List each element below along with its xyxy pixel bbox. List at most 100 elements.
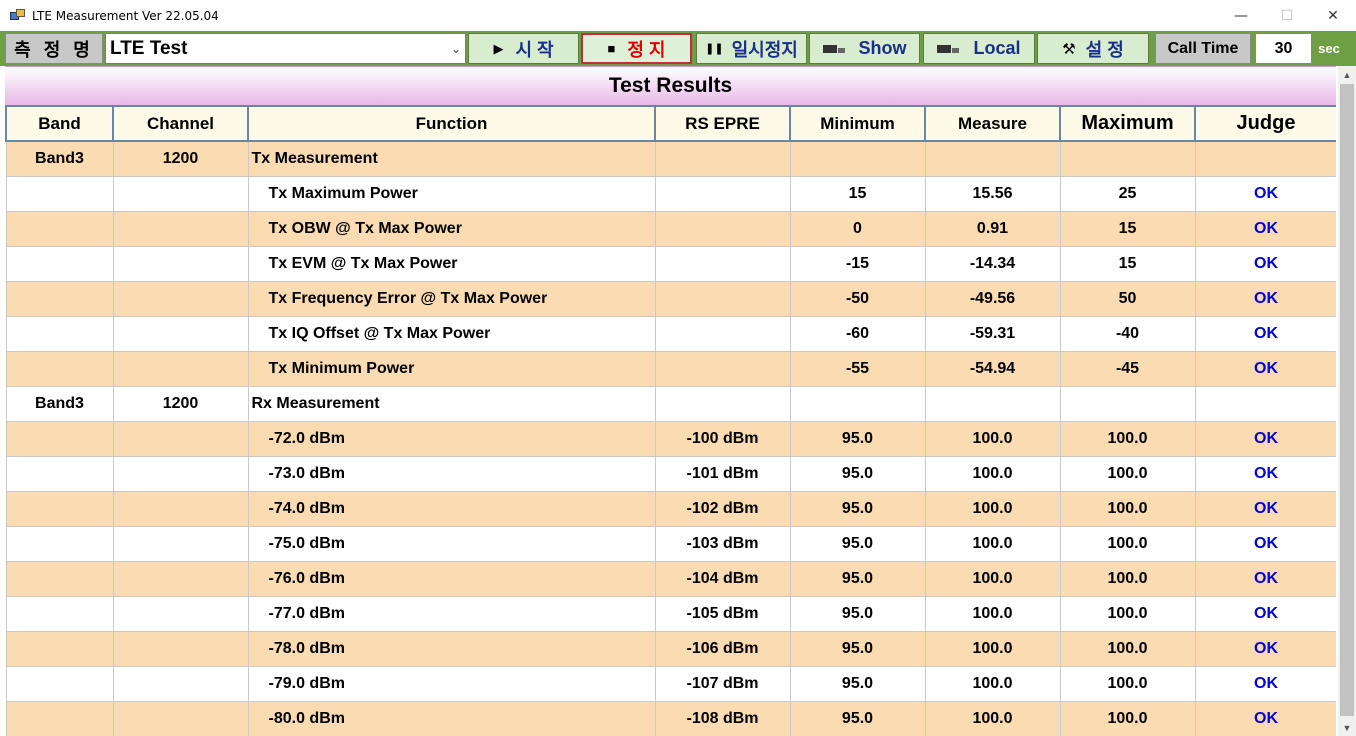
cell-function: Tx Maximum Power [247,175,656,212]
cell-rs-epre [654,245,791,282]
cell-maximum [1059,140,1196,177]
table-row[interactable]: Band3 1200 Rx Measurement [5,385,1336,422]
table-row[interactable]: Band3 1200 Tx Measurement [5,140,1336,177]
cell-measure: 100.0 [924,525,1061,562]
cell-minimum: 95.0 [789,420,926,457]
table-row[interactable]: -78.0 dBm -106 dBm 95.0 100.0 100.0 OK [5,630,1336,667]
table-row[interactable]: Tx IQ Offset @ Tx Max Power -60 -59.31 -40 O… [5,315,1336,352]
table-row[interactable]: -80.0 dBm -108 dBm 95.0 100.0 100.0 OK [5,700,1336,736]
cell-band [5,700,114,736]
column-header-channel[interactable]: Channel [112,105,249,142]
close-button[interactable]: ✕ [1310,0,1356,31]
vertical-scrollbar[interactable]: ▲ ▼ [1338,66,1356,736]
cell-rs-epre [654,210,791,247]
column-header-rs-epre[interactable]: RS EPRE [654,105,791,142]
column-header-function[interactable]: Function [247,105,656,142]
pause-button-label: 일시정지 [731,39,798,60]
cell-judge: OK [1194,210,1336,247]
column-header-maximum[interactable]: Maximum [1059,105,1196,142]
scrollbar-thumb[interactable] [1340,84,1354,716]
test-select[interactable]: LTE Test ⌄ [105,33,466,64]
table-row[interactable]: -79.0 dBm -107 dBm 95.0 100.0 100.0 OK [5,665,1336,702]
cell-function: -79.0 dBm [247,665,656,702]
cell-maximum: 100.0 [1059,490,1196,527]
cell-maximum: 100.0 [1059,665,1196,702]
table-row[interactable]: -73.0 dBm -101 dBm 95.0 100.0 100.0 OK [5,455,1336,492]
app-icon [10,8,26,23]
chevron-down-icon[interactable]: ⌄ [451,42,461,56]
minimize-button[interactable]: — [1218,0,1264,31]
pause-button[interactable]: ❚❚ 일시정지 [696,33,807,64]
settings-button[interactable]: ⚒ 설 정 [1037,33,1149,64]
table-row[interactable]: -72.0 dBm -100 dBm 95.0 100.0 100.0 OK [5,420,1336,457]
stop-button-label: 정 지 [627,39,666,60]
table-row[interactable]: -75.0 dBm -103 dBm 95.0 100.0 100.0 OK [5,525,1336,562]
column-header-minimum[interactable]: Minimum [789,105,926,142]
cell-rs-epre: -105 dBm [654,595,791,632]
cell-band [5,595,114,632]
results-table: Band Channel Function RS EPRE Minimum Me… [5,105,1336,736]
table-row[interactable]: Tx EVM @ Tx Max Power -15 -14.34 15 OK [5,245,1336,282]
cell-function: -76.0 dBm [247,560,656,597]
cell-measure: 100.0 [924,490,1061,527]
cell-minimum: 0 [789,210,926,247]
cell-band [5,525,114,562]
cell-band [5,315,114,352]
call-time-input[interactable]: 30 [1255,33,1312,64]
cell-maximum: 100.0 [1059,420,1196,457]
local-button[interactable]: Local [923,33,1035,64]
cell-channel [112,245,249,282]
cell-maximum: 100.0 [1059,525,1196,562]
settings-button-label: 설 정 [1085,39,1124,60]
cell-measure: 100.0 [924,420,1061,457]
results-panel: Test Results Band Channel Function RS EP… [5,66,1336,736]
cell-band [5,210,114,247]
cell-judge: OK [1194,700,1336,736]
cell-measure: 100.0 [924,700,1061,736]
cell-channel [112,420,249,457]
show-button[interactable]: Show [809,33,920,64]
cell-band: Band3 [5,385,114,422]
cell-rs-epre: -102 dBm [654,490,791,527]
cell-channel [112,490,249,527]
cell-measure: -59.31 [924,315,1061,352]
cell-maximum: 100.0 [1059,700,1196,736]
cell-band [5,280,114,317]
cell-channel [112,350,249,387]
cell-function: -75.0 dBm [247,525,656,562]
cell-function: -80.0 dBm [247,700,656,736]
play-icon: ▶ [493,40,504,56]
column-header-measure[interactable]: Measure [924,105,1061,142]
cell-minimum: 95.0 [789,525,926,562]
local-button-label: Local [973,38,1021,58]
table-row[interactable]: Tx Maximum Power 15 15.56 25 OK [5,175,1336,212]
cell-rs-epre [654,175,791,212]
cell-channel [112,455,249,492]
scroll-up-icon[interactable]: ▲ [1338,66,1356,83]
cell-judge: OK [1194,315,1336,352]
cell-function: -77.0 dBm [247,595,656,632]
cell-judge [1194,385,1336,422]
cell-measure: -49.56 [924,280,1061,317]
cell-rs-epre: -104 dBm [654,560,791,597]
cell-judge: OK [1194,525,1336,562]
tools-icon: ⚒ [1062,40,1076,58]
table-row[interactable]: -76.0 dBm -104 dBm 95.0 100.0 100.0 OK [5,560,1336,597]
stop-button[interactable]: ■ 정 지 [581,33,692,64]
table-row[interactable]: Tx Minimum Power -55 -54.94 -45 OK [5,350,1336,387]
cell-band [5,630,114,667]
cell-judge: OK [1194,630,1336,667]
scroll-down-icon[interactable]: ▼ [1338,719,1356,736]
cell-minimum: -50 [789,280,926,317]
start-button[interactable]: ▶ 시 작 [468,33,579,64]
table-row[interactable]: Tx OBW @ Tx Max Power 0 0.91 15 OK [5,210,1336,247]
results-body: Band3 1200 Tx Measurement Tx Maximum Power 1… [5,140,1336,736]
column-header-judge[interactable]: Judge [1194,105,1336,142]
maximize-button[interactable]: ☐ [1264,0,1310,31]
table-row[interactable]: -74.0 dBm -102 dBm 95.0 100.0 100.0 OK [5,490,1336,527]
column-header-band[interactable]: Band [5,105,114,142]
cell-channel [112,630,249,667]
table-row[interactable]: -77.0 dBm -105 dBm 95.0 100.0 100.0 OK [5,595,1336,632]
table-row[interactable]: Tx Frequency Error @ Tx Max Power -50 -49.… [5,280,1336,317]
cell-minimum: 95.0 [789,630,926,667]
